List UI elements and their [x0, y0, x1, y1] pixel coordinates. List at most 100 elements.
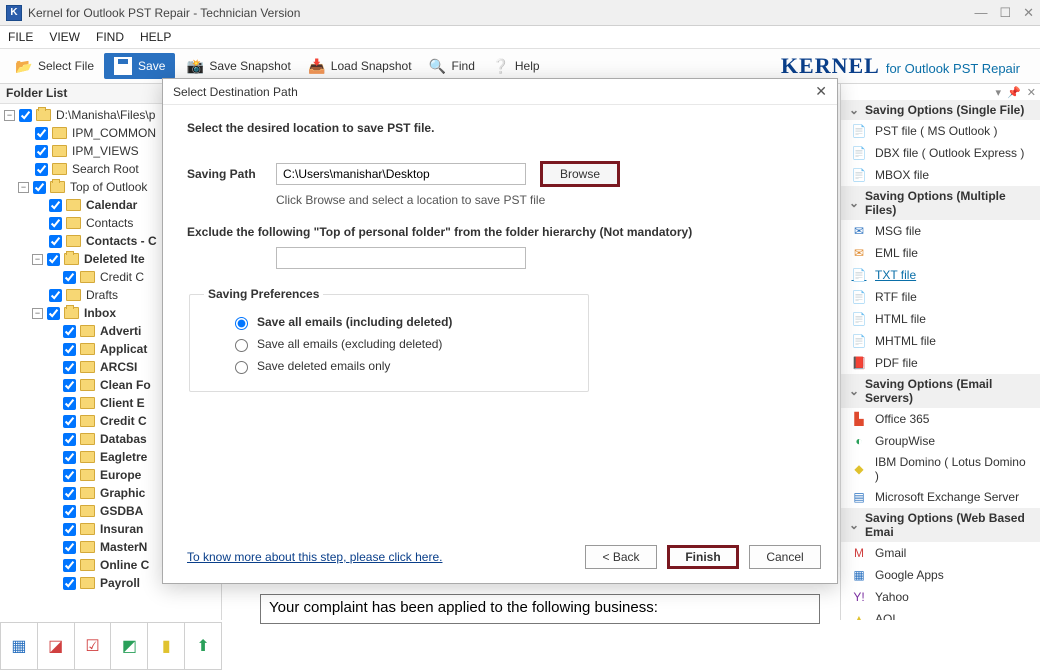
- browse-button[interactable]: Browse: [540, 161, 620, 187]
- tree-item-label[interactable]: ARCSI: [100, 358, 137, 376]
- tree-checkbox[interactable]: [35, 127, 48, 140]
- tree-checkbox[interactable]: [49, 235, 62, 248]
- tree-checkbox[interactable]: [63, 487, 76, 500]
- tree-checkbox[interactable]: [49, 199, 62, 212]
- tree-checkbox[interactable]: [63, 361, 76, 374]
- tree-checkbox[interactable]: [63, 415, 76, 428]
- view-notes-button[interactable]: ◩: [111, 623, 148, 669]
- tree-checkbox[interactable]: [63, 469, 76, 482]
- pref-del-radio[interactable]: [235, 361, 248, 374]
- help-button[interactable]: ❔ Help: [485, 52, 546, 80]
- tree-item-label[interactable]: Calendar: [86, 196, 137, 214]
- group-web[interactable]: ⌄Saving Options (Web Based Emai: [841, 508, 1040, 542]
- tree-item-label[interactable]: Europe: [100, 466, 141, 484]
- tree-item-label[interactable]: Applicat: [100, 340, 147, 358]
- finish-button[interactable]: Finish: [667, 545, 739, 569]
- tree-item-label[interactable]: Drafts: [86, 286, 118, 304]
- opt-gmail[interactable]: MGmail: [841, 542, 1040, 564]
- tree-checkbox[interactable]: [47, 307, 60, 320]
- panel-dropdown-icon[interactable]: ▾: [996, 86, 1002, 99]
- tree-item-label[interactable]: Payroll: [100, 574, 140, 592]
- opt-aol[interactable]: ▲AOL: [841, 608, 1040, 620]
- tree-item-label[interactable]: Top of Outlook: [70, 178, 147, 196]
- tree-item-label[interactable]: D:\Manisha\Files\p: [56, 106, 155, 124]
- pref-excl-radio[interactable]: [235, 339, 248, 352]
- opt-pst[interactable]: 📄PST file ( MS Outlook ): [841, 120, 1040, 142]
- pref-all-radio[interactable]: [235, 317, 248, 330]
- opt-yahoo[interactable]: Y!Yahoo: [841, 586, 1040, 608]
- tree-item-label[interactable]: Online C: [100, 556, 149, 574]
- expander-icon[interactable]: −: [4, 110, 15, 121]
- opt-mhtml[interactable]: 📄MHTML file: [841, 330, 1040, 352]
- menu-find[interactable]: FIND: [96, 30, 124, 44]
- learn-more-link[interactable]: To know more about this step, please cli…: [187, 550, 442, 564]
- opt-pdf[interactable]: 📕PDF file: [841, 352, 1040, 374]
- tree-checkbox[interactable]: [63, 541, 76, 554]
- tree-item-label[interactable]: Databas: [100, 430, 147, 448]
- view-up-button[interactable]: ⬆: [185, 623, 221, 669]
- tree-checkbox[interactable]: [63, 397, 76, 410]
- view-contact-button[interactable]: ◪: [38, 623, 75, 669]
- opt-dbx[interactable]: 📄DBX file ( Outlook Express ): [841, 142, 1040, 164]
- menu-view[interactable]: VIEW: [49, 30, 80, 44]
- expander-icon[interactable]: −: [32, 308, 43, 319]
- select-file-button[interactable]: 📂 Select File: [8, 52, 100, 80]
- tree-checkbox[interactable]: [35, 163, 48, 176]
- tree-checkbox[interactable]: [63, 343, 76, 356]
- tree-item-label[interactable]: Credit C: [100, 412, 147, 430]
- tree-item-label[interactable]: Search Root: [72, 160, 139, 178]
- tree-item-label[interactable]: GSDBA: [100, 502, 143, 520]
- menu-file[interactable]: FILE: [8, 30, 33, 44]
- opt-mbox[interactable]: 📄MBOX file: [841, 164, 1040, 186]
- save-snapshot-button[interactable]: 📸 Save Snapshot: [179, 52, 296, 80]
- tree-item-label[interactable]: Insuran: [100, 520, 143, 538]
- tree-item-label[interactable]: Client E: [100, 394, 145, 412]
- tree-checkbox[interactable]: [49, 217, 62, 230]
- tree-checkbox[interactable]: [47, 253, 60, 266]
- tree-checkbox[interactable]: [49, 289, 62, 302]
- tree-checkbox[interactable]: [63, 433, 76, 446]
- view-calendar-button[interactable]: ▦: [1, 623, 38, 669]
- cancel-button[interactable]: Cancel: [749, 545, 821, 569]
- expander-icon[interactable]: −: [32, 254, 43, 265]
- opt-gapps[interactable]: ▦Google Apps: [841, 564, 1040, 586]
- tree-checkbox[interactable]: [33, 181, 46, 194]
- tree-checkbox[interactable]: [63, 505, 76, 518]
- dialog-close-button[interactable]: ✕: [815, 83, 827, 100]
- tree-checkbox[interactable]: [63, 379, 76, 392]
- opt-html[interactable]: 📄HTML file: [841, 308, 1040, 330]
- menu-help[interactable]: HELP: [140, 30, 171, 44]
- opt-domino[interactable]: ◆IBM Domino ( Lotus Domino ): [841, 452, 1040, 486]
- tree-item-label[interactable]: Inbox: [84, 304, 116, 322]
- opt-o365[interactable]: ▙Office 365: [841, 408, 1040, 430]
- panel-close-icon[interactable]: ✕: [1027, 86, 1036, 99]
- tree-item-label[interactable]: Credit C: [100, 268, 144, 286]
- tree-item-label[interactable]: MasterN: [100, 538, 147, 556]
- tree-item-label[interactable]: IPM_VIEWS: [72, 142, 139, 160]
- exclude-input[interactable]: [276, 247, 526, 269]
- find-button[interactable]: 🔍 Find: [422, 52, 481, 80]
- tree-item-label[interactable]: IPM_COMMON: [72, 124, 156, 142]
- opt-eml[interactable]: ✉EML file: [841, 242, 1040, 264]
- group-multiple[interactable]: ⌄Saving Options (Multiple Files): [841, 186, 1040, 220]
- tree-item-label[interactable]: Contacts - C: [86, 232, 157, 250]
- load-snapshot-button[interactable]: 📥 Load Snapshot: [301, 52, 418, 80]
- opt-txt[interactable]: 📄TXT file: [841, 264, 1040, 286]
- group-email-servers[interactable]: ⌄Saving Options (Email Servers): [841, 374, 1040, 408]
- tree-checkbox[interactable]: [63, 577, 76, 590]
- tree-checkbox[interactable]: [35, 145, 48, 158]
- view-tasks-button[interactable]: ☑: [75, 623, 112, 669]
- opt-groupwise[interactable]: ◐GroupWise: [841, 430, 1040, 452]
- view-folder-button[interactable]: ▮: [148, 623, 185, 669]
- tree-checkbox[interactable]: [63, 271, 76, 284]
- opt-exchange[interactable]: ▤Microsoft Exchange Server: [841, 486, 1040, 508]
- tree-checkbox[interactable]: [63, 559, 76, 572]
- expander-icon[interactable]: −: [18, 182, 29, 193]
- minimize-button[interactable]: —: [974, 5, 987, 21]
- tree-checkbox[interactable]: [63, 325, 76, 338]
- tree-checkbox[interactable]: [63, 451, 76, 464]
- tree-item-label[interactable]: Eagletre: [100, 448, 147, 466]
- opt-msg[interactable]: ✉MSG file: [841, 220, 1040, 242]
- saving-path-input[interactable]: [276, 163, 526, 185]
- tree-checkbox[interactable]: [63, 523, 76, 536]
